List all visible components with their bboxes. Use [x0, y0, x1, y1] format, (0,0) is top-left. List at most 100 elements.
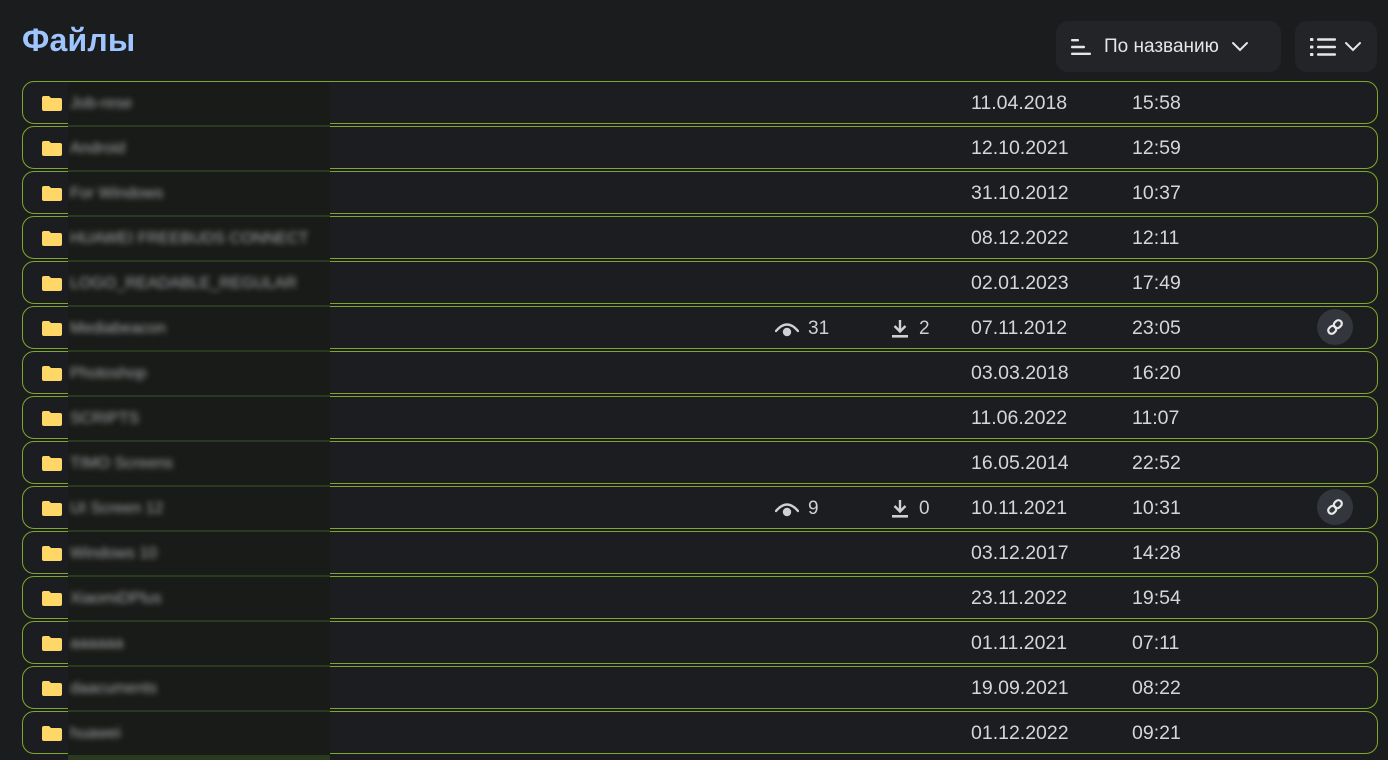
- file-date: 11.06.2022: [971, 407, 1068, 429]
- file-time: 09:21: [1132, 722, 1181, 744]
- file-date: 10.11.2021: [971, 497, 1068, 519]
- folder-icon: [42, 501, 62, 516]
- link-icon: [1327, 499, 1343, 515]
- file-name: SCRIPTS: [70, 410, 140, 427]
- folder-icon: [42, 231, 62, 246]
- downloads-count: 2: [890, 318, 930, 340]
- file-row[interactable]: TIMO Screens 16.05.2014 22:52: [22, 441, 1378, 494]
- file-row[interactable]: SCRIPTS 11.06.2022 11:07: [22, 396, 1378, 449]
- file-row[interactable]: Mediabeacon 31 2 07.11.2012 23:05: [22, 306, 1378, 359]
- folder-icon: [42, 546, 62, 561]
- folder-icon: [42, 321, 62, 336]
- file-name: HUAWEI FREEBUDS CONNECT: [70, 230, 309, 247]
- file-row[interactable]: Job-rese 11.04.2018 15:58: [22, 81, 1378, 134]
- chevron-down-icon: [1345, 41, 1361, 51]
- page-title: Файлы: [22, 22, 136, 58]
- sort-label: По названию: [1104, 35, 1219, 57]
- file-time: 10:37: [1132, 182, 1181, 204]
- file-date: 03.03.2018: [971, 362, 1069, 384]
- file-row[interactable]: Photoshop 03.03.2018 16:20: [22, 351, 1378, 404]
- file-time: 22:52: [1132, 452, 1181, 474]
- folder-icon: [42, 636, 62, 651]
- public-link-button[interactable]: [1317, 489, 1353, 525]
- file-row[interactable]: LOGO_READABLE_REGULAR 02.01.2023 17:49: [22, 261, 1378, 314]
- folder-icon: [42, 726, 62, 741]
- file-name: UI Screen 12: [70, 500, 164, 517]
- file-time: 16:20: [1132, 362, 1181, 384]
- views-value: 31: [808, 318, 830, 339]
- file-time: 17:49: [1132, 272, 1181, 294]
- file-date: 11.04.2018: [971, 92, 1068, 114]
- file-name: Windows 10: [70, 545, 158, 562]
- file-time: 15:58: [1132, 92, 1181, 114]
- file-row[interactable]: Windows 10 03.12.2017 14:28: [22, 531, 1378, 584]
- downloads-value: 2: [919, 318, 930, 339]
- file-date: 31.10.2012: [971, 182, 1069, 204]
- folder-icon: [42, 411, 62, 426]
- file-row[interactable]: huawei 01.12.2022 09:21: [22, 711, 1378, 760]
- file-name: Android: [70, 140, 126, 157]
- file-time: 14:28: [1132, 542, 1181, 564]
- folder-icon: [42, 186, 62, 201]
- views-count: 9: [775, 498, 819, 520]
- file-name: XiaomiDPlus: [70, 590, 162, 607]
- file-date: 01.11.2021: [971, 632, 1068, 654]
- folder-icon: [42, 96, 62, 111]
- downloads-value: 0: [919, 498, 930, 519]
- file-date: 08.12.2022: [971, 227, 1069, 249]
- views-value: 9: [808, 498, 819, 519]
- file-time: 12:59: [1132, 137, 1181, 159]
- file-list: Job-rese 11.04.2018 15:58 Android 12.10.…: [22, 81, 1378, 760]
- file-time: 23:05: [1132, 317, 1181, 339]
- file-name: daacuments: [70, 680, 158, 697]
- folder-icon: [42, 591, 62, 606]
- file-row[interactable]: daacuments 19.09.2021 08:22: [22, 666, 1378, 719]
- file-name: TIMO Screens: [70, 455, 174, 472]
- file-date: 02.01.2023: [971, 272, 1069, 294]
- file-row[interactable]: XiaomiDPlus 23.11.2022 19:54: [22, 576, 1378, 629]
- file-time: 11:07: [1132, 407, 1180, 429]
- file-row[interactable]: UI Screen 12 9 0 10.11.2021 10:31: [22, 486, 1378, 539]
- file-date: 07.11.2012: [971, 317, 1068, 339]
- file-name: Job-rese: [70, 95, 133, 112]
- file-name-cell: huawei: [68, 712, 330, 760]
- view-mode-button[interactable]: [1295, 21, 1377, 72]
- file-time: 10:31: [1132, 497, 1181, 519]
- file-date: 19.09.2021: [971, 677, 1069, 699]
- sort-dropdown-button[interactable]: По названию: [1056, 21, 1281, 72]
- folder-icon: [42, 141, 62, 156]
- file-date: 12.10.2021: [971, 137, 1069, 159]
- file-date: 03.12.2017: [971, 542, 1069, 564]
- file-date: 16.05.2014: [971, 452, 1069, 474]
- file-time: 12:11: [1132, 227, 1180, 249]
- file-row[interactable]: aaaaaa 01.11.2021 07:11: [22, 621, 1378, 674]
- file-date: 23.11.2022: [971, 587, 1068, 609]
- file-name: huawei: [70, 725, 121, 742]
- file-time: 07:11: [1132, 632, 1180, 654]
- file-row[interactable]: For Windows 31.10.2012 10:37: [22, 171, 1378, 224]
- folder-icon: [42, 366, 62, 381]
- eye-icon: [775, 322, 799, 336]
- eye-icon: [775, 502, 799, 516]
- views-count: 31: [775, 318, 829, 340]
- file-time: 19:54: [1132, 587, 1181, 609]
- download-icon: [892, 500, 908, 518]
- folder-icon: [42, 456, 62, 471]
- chevron-down-icon: [1231, 41, 1248, 51]
- public-link-button[interactable]: [1317, 309, 1353, 345]
- file-time: 08:22: [1132, 677, 1181, 699]
- file-row[interactable]: Android 12.10.2021 12:59: [22, 126, 1378, 179]
- file-name: Mediabeacon: [70, 320, 167, 337]
- files-page: Файлы По названию Job-rese 11.04.2018 15…: [0, 0, 1388, 760]
- download-icon: [892, 320, 908, 338]
- file-name: aaaaaa: [70, 635, 124, 652]
- file-name: Photoshop: [70, 365, 147, 382]
- list-view-icon: [1310, 37, 1336, 56]
- file-name: LOGO_READABLE_REGULAR: [70, 275, 297, 292]
- link-icon: [1327, 319, 1343, 335]
- file-row[interactable]: HUAWEI FREEBUDS CONNECT 08.12.2022 12:11: [22, 216, 1378, 269]
- file-name: For Windows: [70, 185, 164, 202]
- folder-icon: [42, 681, 62, 696]
- downloads-count: 0: [890, 498, 930, 520]
- folder-icon: [42, 276, 62, 291]
